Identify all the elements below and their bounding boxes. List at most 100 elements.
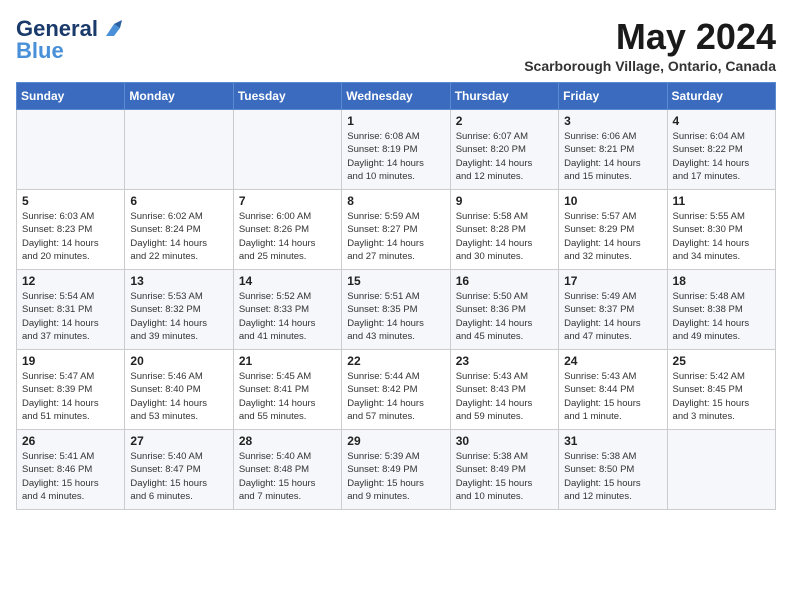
calendar-cell: 5 Sunrise: 6:03 AM Sunset: 8:23 PM Daylig… [17,190,125,270]
day-number: 11 [673,194,770,208]
calendar-body: 1 Sunrise: 6:08 AM Sunset: 8:19 PM Daylig… [17,110,776,510]
calendar-cell: 14 Sunrise: 5:52 AM Sunset: 8:33 PM Dayli… [233,270,341,350]
calendar-cell: 21 Sunrise: 5:45 AM Sunset: 8:41 PM Dayli… [233,350,341,430]
day-number: 20 [130,354,227,368]
day-number: 7 [239,194,336,208]
day-info: Sunrise: 5:42 AM Sunset: 8:45 PM Dayligh… [673,370,770,423]
day-number: 12 [22,274,119,288]
day-number: 27 [130,434,227,448]
day-info: Sunrise: 5:40 AM Sunset: 8:48 PM Dayligh… [239,450,336,503]
day-number: 4 [673,114,770,128]
calendar-cell: 10 Sunrise: 5:57 AM Sunset: 8:29 PM Dayli… [559,190,667,270]
day-info: Sunrise: 6:08 AM Sunset: 8:19 PM Dayligh… [347,130,444,183]
calendar-cell: 13 Sunrise: 5:53 AM Sunset: 8:32 PM Dayli… [125,270,233,350]
calendar-cell: 18Sunrise: 5:48 AM Sunset: 8:38 PM Dayli… [667,270,775,350]
calendar-week-5: 26 Sunrise: 5:41 AM Sunset: 8:46 PM Dayli… [17,430,776,510]
title-area: May 2024 Scarborough Village, Ontario, C… [524,16,776,74]
calendar-cell [17,110,125,190]
day-info: Sunrise: 5:50 AM Sunset: 8:36 PM Dayligh… [456,290,553,343]
calendar-cell: 19 Sunrise: 5:47 AM Sunset: 8:39 PM Dayli… [17,350,125,430]
header-friday: Friday [559,83,667,110]
weekday-row: Sunday Monday Tuesday Wednesday Thursday… [17,83,776,110]
logo-blue: Blue [16,38,64,64]
calendar-cell: 7 Sunrise: 6:00 AM Sunset: 8:26 PM Daylig… [233,190,341,270]
day-info: Sunrise: 5:46 AM Sunset: 8:40 PM Dayligh… [130,370,227,423]
calendar-cell: 9Sunrise: 5:58 AM Sunset: 8:28 PM Daylig… [450,190,558,270]
day-number: 29 [347,434,444,448]
day-number: 15 [347,274,444,288]
day-info: Sunrise: 6:07 AM Sunset: 8:20 PM Dayligh… [456,130,553,183]
calendar-week-1: 1 Sunrise: 6:08 AM Sunset: 8:19 PM Daylig… [17,110,776,190]
calendar-cell: 2 Sunrise: 6:07 AM Sunset: 8:20 PM Daylig… [450,110,558,190]
day-number: 30 [456,434,553,448]
logo-bird-icon [100,18,122,40]
calendar-cell: 28Sunrise: 5:40 AM Sunset: 8:48 PM Dayli… [233,430,341,510]
day-number: 2 [456,114,553,128]
calendar-cell: 8Sunrise: 5:59 AM Sunset: 8:27 PM Daylig… [342,190,450,270]
header-wednesday: Wednesday [342,83,450,110]
day-number: 14 [239,274,336,288]
calendar-cell: 25Sunrise: 5:42 AM Sunset: 8:45 PM Dayli… [667,350,775,430]
header-sunday: Sunday [17,83,125,110]
day-number: 19 [22,354,119,368]
day-number: 13 [130,274,227,288]
day-number: 9 [456,194,553,208]
calendar-cell: 17 Sunrise: 5:49 AM Sunset: 8:37 PM Dayli… [559,270,667,350]
day-info: Sunrise: 5:39 AM Sunset: 8:49 PM Dayligh… [347,450,444,503]
day-info: Sunrise: 5:38 AM Sunset: 8:49 PM Dayligh… [456,450,553,503]
day-info: Sunrise: 5:38 AM Sunset: 8:50 PM Dayligh… [564,450,661,503]
day-number: 22 [347,354,444,368]
day-info: Sunrise: 5:49 AM Sunset: 8:37 PM Dayligh… [564,290,661,343]
calendar-header: Sunday Monday Tuesday Wednesday Thursday… [17,83,776,110]
day-info: Sunrise: 5:51 AM Sunset: 8:35 PM Dayligh… [347,290,444,343]
calendar-cell: 4 Sunrise: 6:04 AM Sunset: 8:22 PM Daylig… [667,110,775,190]
calendar-week-4: 19 Sunrise: 5:47 AM Sunset: 8:39 PM Dayli… [17,350,776,430]
calendar-cell [233,110,341,190]
day-info: Sunrise: 6:00 AM Sunset: 8:26 PM Dayligh… [239,210,336,263]
calendar-cell: 22 Sunrise: 5:44 AM Sunset: 8:42 PM Dayli… [342,350,450,430]
day-info: Sunrise: 5:57 AM Sunset: 8:29 PM Dayligh… [564,210,661,263]
header-tuesday: Tuesday [233,83,341,110]
day-info: Sunrise: 5:47 AM Sunset: 8:39 PM Dayligh… [22,370,119,423]
calendar-cell: 29 Sunrise: 5:39 AM Sunset: 8:49 PM Dayli… [342,430,450,510]
day-number: 26 [22,434,119,448]
calendar-cell: 12 Sunrise: 5:54 AM Sunset: 8:31 PM Dayli… [17,270,125,350]
header: General Blue May 2024 Scarborough Villag… [16,16,776,74]
day-info: Sunrise: 6:04 AM Sunset: 8:22 PM Dayligh… [673,130,770,183]
calendar-table: Sunday Monday Tuesday Wednesday Thursday… [16,82,776,510]
day-info: Sunrise: 5:40 AM Sunset: 8:47 PM Dayligh… [130,450,227,503]
day-number: 1 [347,114,444,128]
day-number: 5 [22,194,119,208]
calendar-week-3: 12 Sunrise: 5:54 AM Sunset: 8:31 PM Dayli… [17,270,776,350]
month-title: May 2024 [524,16,776,58]
day-info: Sunrise: 5:45 AM Sunset: 8:41 PM Dayligh… [239,370,336,423]
calendar-cell: 15 Sunrise: 5:51 AM Sunset: 8:35 PM Dayli… [342,270,450,350]
calendar-cell [125,110,233,190]
day-info: Sunrise: 5:52 AM Sunset: 8:33 PM Dayligh… [239,290,336,343]
day-info: Sunrise: 5:53 AM Sunset: 8:32 PM Dayligh… [130,290,227,343]
calendar-cell: 16 Sunrise: 5:50 AM Sunset: 8:36 PM Dayli… [450,270,558,350]
day-number: 24 [564,354,661,368]
day-number: 6 [130,194,227,208]
day-info: Sunrise: 5:43 AM Sunset: 8:43 PM Dayligh… [456,370,553,423]
calendar-cell: 11Sunrise: 5:55 AM Sunset: 8:30 PM Dayli… [667,190,775,270]
day-info: Sunrise: 5:44 AM Sunset: 8:42 PM Dayligh… [347,370,444,423]
day-number: 18 [673,274,770,288]
calendar-cell: 1 Sunrise: 6:08 AM Sunset: 8:19 PM Daylig… [342,110,450,190]
day-info: Sunrise: 5:41 AM Sunset: 8:46 PM Dayligh… [22,450,119,503]
calendar-cell [667,430,775,510]
logo: General Blue [16,16,122,64]
day-number: 16 [456,274,553,288]
day-number: 23 [456,354,553,368]
calendar-cell: 3Sunrise: 6:06 AM Sunset: 8:21 PM Daylig… [559,110,667,190]
day-number: 10 [564,194,661,208]
calendar-week-2: 5 Sunrise: 6:03 AM Sunset: 8:23 PM Daylig… [17,190,776,270]
day-info: Sunrise: 6:03 AM Sunset: 8:23 PM Dayligh… [22,210,119,263]
calendar-cell: 31Sunrise: 5:38 AM Sunset: 8:50 PM Dayli… [559,430,667,510]
calendar-cell: 26 Sunrise: 5:41 AM Sunset: 8:46 PM Dayli… [17,430,125,510]
day-number: 21 [239,354,336,368]
day-number: 17 [564,274,661,288]
day-info: Sunrise: 5:54 AM Sunset: 8:31 PM Dayligh… [22,290,119,343]
header-thursday: Thursday [450,83,558,110]
day-info: Sunrise: 6:02 AM Sunset: 8:24 PM Dayligh… [130,210,227,263]
